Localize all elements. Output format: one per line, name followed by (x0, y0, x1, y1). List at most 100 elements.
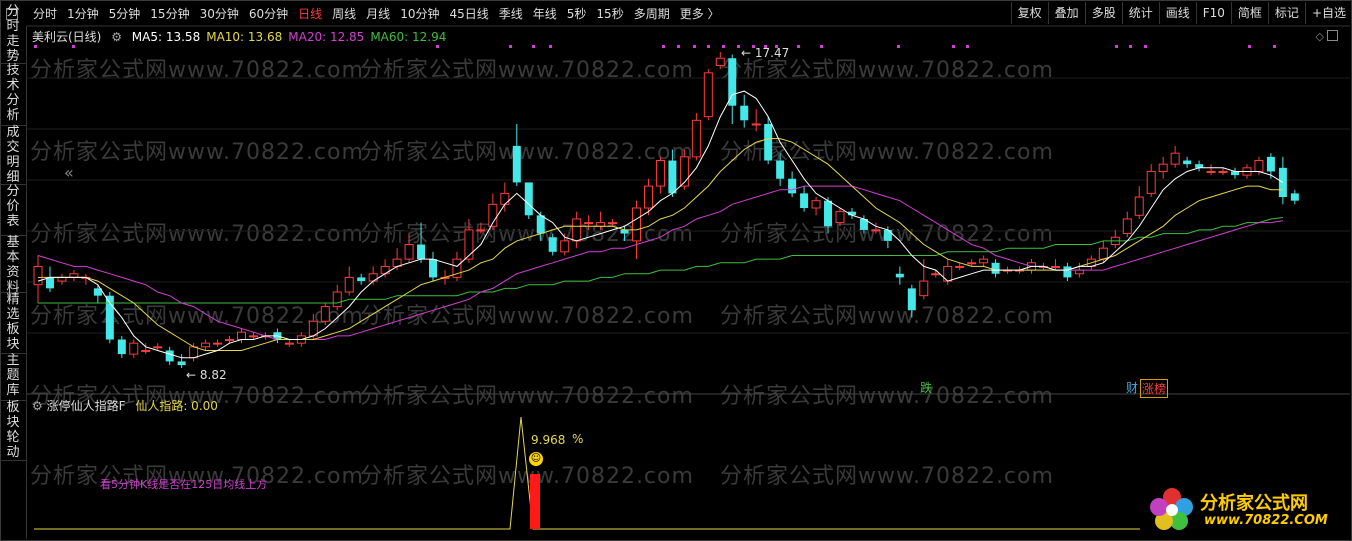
annotation-zhangbang[interactable]: 涨榜 (1140, 379, 1169, 398)
candle[interactable] (788, 171, 797, 198)
candle[interactable] (429, 251, 438, 282)
candle[interactable] (524, 182, 533, 219)
signal-dot (532, 45, 535, 48)
candle[interactable] (357, 273, 366, 285)
candle[interactable] (69, 270, 79, 282)
candle[interactable] (584, 215, 594, 230)
candle[interactable] (404, 233, 414, 263)
candle[interactable] (417, 222, 426, 263)
candle[interactable] (189, 343, 199, 362)
signal-dot (737, 45, 740, 48)
logo-url: www.70822.COM (1204, 513, 1328, 528)
candle[interactable] (1110, 229, 1120, 249)
kline-chart[interactable] (0, 0, 1352, 541)
candle[interactable] (1231, 167, 1239, 179)
candle[interactable] (476, 222, 486, 234)
settings-icon[interactable]: ⚙ (111, 30, 122, 44)
candle[interactable] (213, 339, 223, 347)
ma60-line (38, 217, 1283, 304)
candle[interactable] (1158, 156, 1168, 179)
candle[interactable] (691, 113, 701, 161)
candle[interactable] (45, 266, 54, 293)
candle[interactable] (931, 270, 941, 278)
candle[interactable] (284, 339, 294, 347)
candle[interactable] (655, 156, 665, 194)
candle[interactable] (165, 346, 174, 366)
signal-dot (1248, 45, 1251, 48)
candle[interactable] (715, 52, 725, 70)
annotation-cai[interactable]: 财 (1126, 379, 1138, 396)
candle[interactable] (33, 255, 43, 303)
candle[interactable] (512, 123, 521, 187)
candle[interactable] (1134, 186, 1144, 219)
candle[interactable] (57, 273, 67, 285)
candle[interactable] (105, 292, 114, 344)
candle[interactable] (991, 259, 1000, 278)
annotation-die[interactable]: 跌 (920, 379, 932, 396)
candle[interactable] (344, 266, 354, 296)
candle[interactable] (776, 153, 785, 187)
candle[interactable] (117, 335, 126, 358)
candle[interactable] (620, 226, 629, 241)
candle[interactable] (500, 182, 510, 212)
candle[interactable] (488, 193, 498, 230)
signal-dot (1129, 45, 1132, 48)
candle[interactable] (1195, 160, 1204, 172)
candle[interactable] (740, 94, 749, 128)
candle[interactable] (380, 259, 390, 278)
indicator-percent: % (572, 432, 584, 446)
candle[interactable] (919, 259, 929, 300)
candle[interactable] (548, 233, 557, 256)
candle[interactable] (536, 211, 545, 241)
candle[interactable] (800, 186, 809, 212)
candle[interactable] (129, 339, 139, 358)
candle[interactable] (464, 218, 474, 263)
candle[interactable] (1146, 164, 1156, 198)
candle[interactable] (1122, 211, 1132, 238)
candle[interactable] (1206, 164, 1216, 176)
candle[interactable] (320, 302, 330, 325)
candle[interactable] (1183, 156, 1192, 168)
candle[interactable] (979, 255, 989, 267)
candle[interactable] (703, 69, 713, 121)
low-price-label: ← 8.82 (186, 368, 227, 382)
candle[interactable] (728, 54, 737, 124)
signal-dot (952, 45, 955, 48)
candle[interactable] (679, 149, 689, 190)
candle[interactable] (751, 109, 761, 132)
sub-settings-icon[interactable]: ⚙ (32, 399, 43, 413)
candle[interactable] (1050, 259, 1060, 271)
candle[interactable] (811, 197, 821, 216)
candle[interactable] (1290, 189, 1299, 205)
candle[interactable] (643, 178, 653, 216)
candle[interactable] (93, 284, 102, 303)
signal-dot (722, 45, 725, 48)
candle[interactable] (572, 211, 582, 249)
indicator-title: 涨停仙人指路F (46, 399, 126, 413)
indicator-pane (34, 416, 1140, 530)
diamond-icon[interactable]: ◇ (1316, 30, 1324, 43)
indicator-bar (530, 474, 540, 529)
signal-dot (72, 45, 75, 48)
signal-dot (897, 45, 900, 48)
candle[interactable] (177, 354, 186, 368)
indicator-line (34, 416, 1140, 530)
ma-lines (37, 90, 1284, 359)
candle[interactable] (236, 328, 246, 344)
signal-dot (549, 45, 552, 48)
candle[interactable] (668, 149, 677, 198)
candle[interactable] (201, 339, 211, 351)
signal-dot (820, 45, 823, 48)
candle[interactable] (596, 211, 606, 230)
candle[interactable] (835, 207, 845, 227)
expand-left-icon[interactable]: « (64, 163, 74, 182)
signal-dot (436, 45, 439, 48)
candle[interactable] (1170, 145, 1180, 168)
candle[interactable] (907, 284, 916, 318)
sub-legend: ⚙ 涨停仙人指路F 仙人指路: 0.00 (32, 397, 218, 414)
maximize-icon[interactable] (1327, 30, 1338, 41)
signal-dot (1115, 45, 1118, 48)
candle[interactable] (608, 218, 618, 227)
candle[interactable] (1063, 262, 1072, 282)
candle[interactable] (332, 284, 342, 311)
